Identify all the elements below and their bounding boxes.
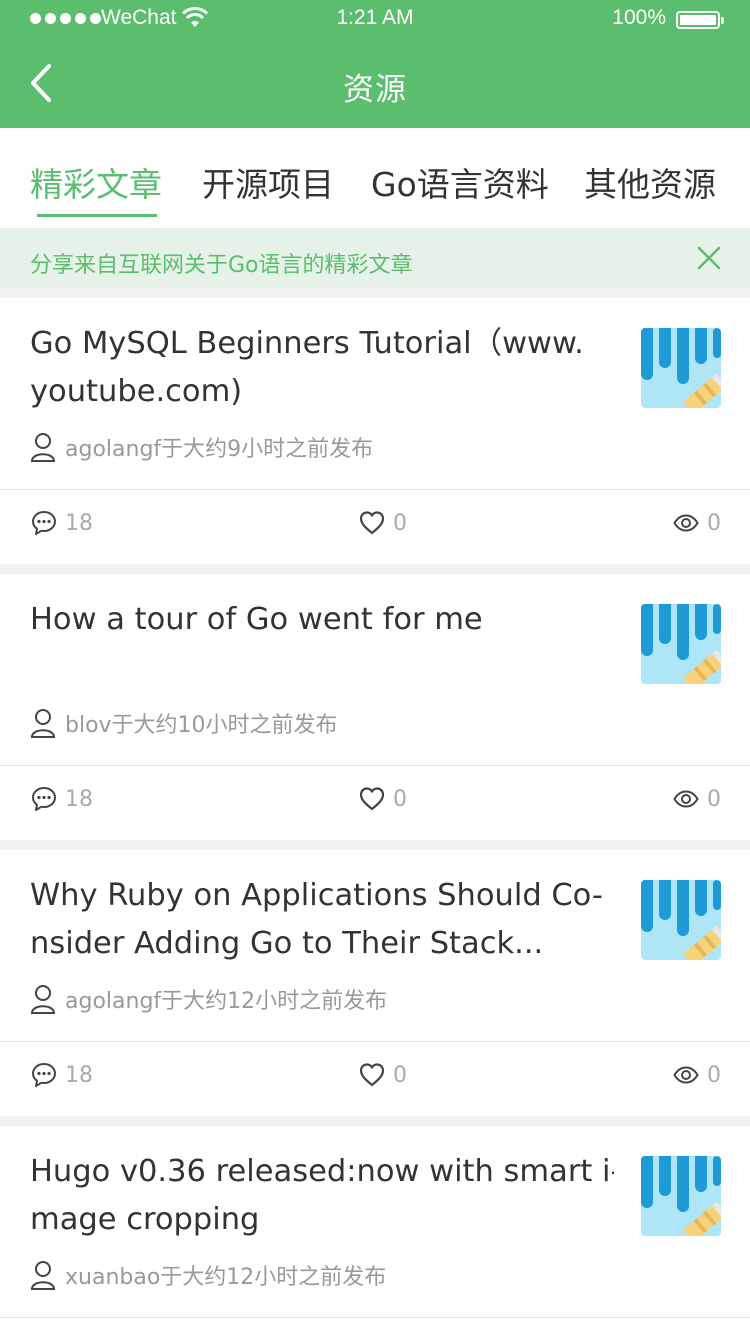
comment-bubble-icon (32, 511, 56, 535)
article-card[interactable]: Hugo v0.36 released:now with smart i- ma… (0, 1126, 750, 1334)
person-icon (31, 433, 55, 462)
article-title[interactable]: Hugo v0.36 released:now with smart i- ma… (30, 1148, 614, 1244)
comments-count[interactable]: 18 (31, 1058, 93, 1092)
article-thumbnail (641, 604, 721, 684)
comments-count[interactable]: 18 (31, 782, 93, 816)
divider (0, 489, 750, 490)
page-title: 资源 (343, 72, 407, 108)
article-card[interactable]: Go MySQL Beginners Tutorial（www. youtube… (0, 298, 750, 564)
author-info: xuanbao于大约12小时之前发布 (65, 1265, 387, 1290)
person-icon (31, 709, 55, 738)
eye-icon (673, 514, 699, 532)
tab-articles[interactable]: 精彩文章 (30, 158, 162, 206)
author-info: agolangf于大约12小时之前发布 (65, 989, 388, 1014)
author-info: agolangf于大约9小时之前发布 (65, 437, 374, 462)
article-thumbnail (641, 880, 721, 960)
tab-other-resources[interactable]: 其他资源 (584, 158, 716, 206)
status-bar: WeChat 1:21 AM 100% (0, 0, 750, 40)
close-icon[interactable] (696, 245, 722, 271)
heart-icon (359, 1063, 385, 1087)
eye-icon (673, 790, 699, 808)
article-title[interactable]: Go MySQL Beginners Tutorial（www. youtube… (30, 320, 614, 416)
category-tabs: 精彩文章 开源项目 Go语言资料 其他资源 (0, 128, 750, 228)
author-row: blov于大约10小时之前发布 (30, 708, 338, 738)
views-count[interactable]: 0 (673, 782, 721, 816)
comment-bubble-icon (32, 787, 56, 811)
article-card[interactable]: Why Ruby on Applications Should Co- nsid… (0, 850, 750, 1116)
comments-count[interactable]: 18 (31, 506, 93, 540)
eye-icon (673, 1066, 699, 1084)
divider (0, 1317, 750, 1318)
likes-count[interactable]: 0 (359, 1058, 407, 1092)
likes-count[interactable]: 0 (359, 782, 407, 816)
battery-icon (676, 11, 724, 29)
article-thumbnail (641, 1156, 721, 1236)
article-thumbnail (641, 328, 721, 408)
notice-banner: 分享来自互联网关于Go语言的精彩文章 (0, 228, 750, 288)
active-tab-indicator (37, 214, 157, 217)
article-title[interactable]: Why Ruby on Applications Should Co- nsid… (30, 872, 614, 968)
person-icon (31, 985, 55, 1014)
app-header: WeChat 1:21 AM 100% 资源 (0, 0, 750, 128)
tab-open-source[interactable]: 开源项目 (202, 158, 334, 206)
comment-bubble-icon (32, 1063, 56, 1087)
article-title[interactable]: How a tour of Go went for me (30, 596, 614, 692)
author-row: xuanbao于大约12小时之前发布 (30, 1260, 386, 1290)
likes-count[interactable]: 0 (359, 506, 407, 540)
views-count[interactable]: 0 (673, 506, 721, 540)
views-count[interactable]: 0 (673, 1058, 721, 1092)
article-card[interactable]: How a tour of Go went for me blov于大约10小时… (0, 574, 750, 840)
author-row: agolangf于大约9小时之前发布 (30, 432, 373, 462)
notice-text: 分享来自互联网关于Go语言的精彩文章 (30, 253, 413, 278)
divider (0, 765, 750, 766)
heart-icon (359, 787, 385, 811)
divider (0, 1041, 750, 1042)
author-info: blov于大约10小时之前发布 (65, 713, 338, 738)
author-row: agolangf于大约12小时之前发布 (30, 984, 387, 1014)
battery-percentage: 100% (612, 6, 666, 29)
heart-icon (359, 511, 385, 535)
tab-go-resources[interactable]: Go语言资料 (371, 158, 549, 206)
person-icon (31, 1261, 55, 1290)
